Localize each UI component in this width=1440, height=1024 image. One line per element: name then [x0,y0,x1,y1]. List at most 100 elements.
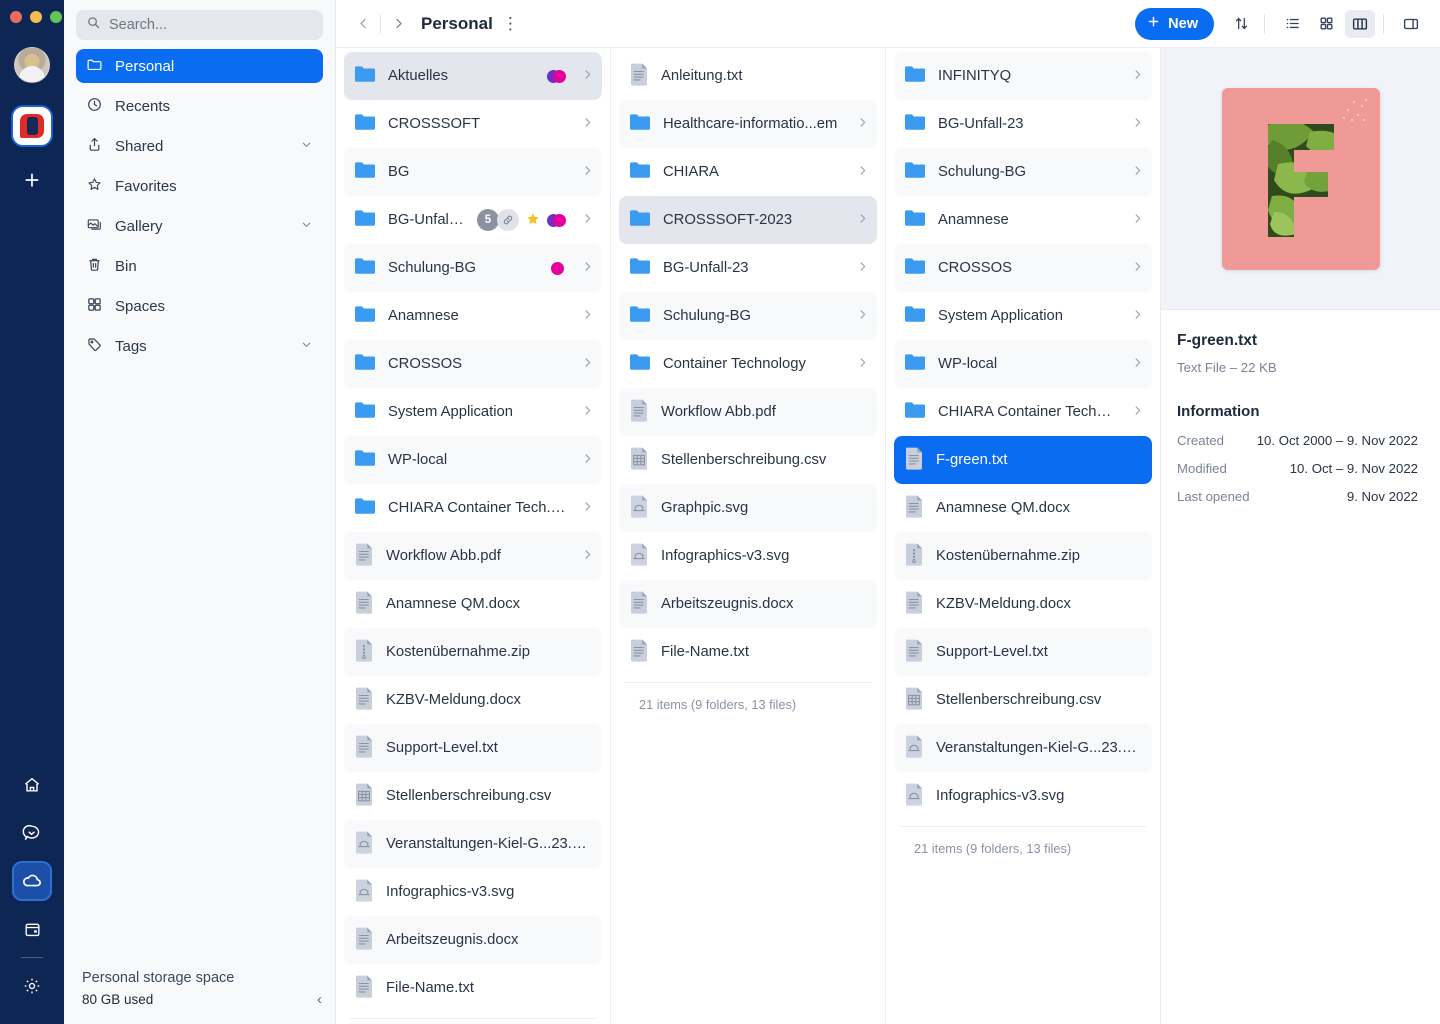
folder-row[interactable]: BG-Unfall-23 [894,100,1152,148]
collapse-sidebar-button[interactable]: ‹ [317,991,322,1008]
chevron-down-icon[interactable] [300,138,313,155]
file-row[interactable]: File-Name.txt [344,964,602,1012]
sidebar-item-gallery[interactable]: Gallery [76,209,323,243]
folder-row[interactable]: WP-local [894,340,1152,388]
chevron-right-icon[interactable] [581,212,594,228]
tag-dots[interactable] [547,213,567,227]
folder-row[interactable]: CROSSOS [894,244,1152,292]
tag-dots[interactable] [547,261,567,275]
add-account-button[interactable]: + [24,167,39,193]
sidebar-item-personal[interactable]: Personal [76,49,323,83]
chevron-right-icon[interactable] [1131,260,1144,276]
close-button[interactable] [10,11,22,23]
file-row[interactable]: Anleitung.txt [619,52,877,100]
folder-row[interactable]: BG-Unfall-23 5 [344,196,602,244]
chevron-right-icon[interactable] [1131,308,1144,324]
chevron-right-icon[interactable] [856,356,869,372]
file-row[interactable]: Kostenübernahme.zip [894,532,1152,580]
folder-row[interactable]: INFINITYQ [894,52,1152,100]
folder-row[interactable]: Anamnese [344,292,602,340]
chevron-right-icon[interactable] [1131,212,1144,228]
file-row[interactable]: Workflow Abb.pdf [619,388,877,436]
chevron-right-icon[interactable] [581,548,594,564]
file-row[interactable]: Infographics-v3.svg [344,868,602,916]
file-row[interactable]: Kostenübernahme.zip [344,628,602,676]
folder-row[interactable]: Anamnese [894,196,1152,244]
folder-row[interactable]: System Application [344,388,602,436]
breadcrumb-menu-icon[interactable]: ⋮ [502,15,519,32]
file-row[interactable]: Veranstaltungen-Kiel-G...23.svg [894,724,1152,772]
chevron-right-icon[interactable] [1131,116,1144,132]
folder-row[interactable]: CHIARA Container Tech...gy [344,484,602,532]
folder-row[interactable]: Schulung-BG [344,244,602,292]
column-view-icon[interactable] [1345,9,1375,38]
file-row[interactable]: Infographics-v3.svg [619,532,877,580]
forward-button[interactable] [385,11,411,37]
chevron-right-icon[interactable] [581,68,594,84]
chevron-right-icon[interactable] [1131,68,1144,84]
file-row[interactable]: Stellenberschreibung.csv [894,676,1152,724]
chevron-down-icon[interactable] [300,218,313,235]
list-view-icon[interactable] [1277,10,1307,38]
sidebar-item-tags[interactable]: Tags [76,329,323,363]
chevron-right-icon[interactable] [856,164,869,180]
sidebar-item-shared[interactable]: Shared [76,129,323,163]
folder-row[interactable]: Aktuelles [344,52,602,100]
chevron-right-icon[interactable] [581,404,594,420]
file-row[interactable]: File-Name.txt [619,628,877,676]
chevron-right-icon[interactable] [1131,356,1144,372]
search-input[interactable]: Search... [76,10,323,40]
cloud-icon[interactable] [12,861,52,901]
chevron-right-icon[interactable] [581,356,594,372]
folder-row[interactable]: Schulung-BG [894,148,1152,196]
file-row[interactable]: Anamnese QM.docx [894,484,1152,532]
file-row[interactable]: Stellenberschreibung.csv [344,772,602,820]
chevron-right-icon[interactable] [1131,164,1144,180]
avatar[interactable] [14,47,50,83]
folder-row[interactable]: System Application [894,292,1152,340]
chevron-right-icon[interactable] [581,116,594,132]
sidebar-item-recents[interactable]: Recents [76,89,323,123]
sidebar-item-spaces[interactable]: Spaces [76,289,323,323]
folder-row[interactable]: CROSSSOFT-2023 [619,196,877,244]
folder-row[interactable]: BG [344,148,602,196]
breadcrumb[interactable]: Personal [421,14,493,34]
new-button[interactable]: New [1135,7,1214,40]
file-row[interactable]: Arbeitszeugnis.docx [344,916,602,964]
chevron-right-icon[interactable] [581,164,594,180]
app-logo-icon[interactable] [11,105,53,147]
file-row[interactable]: Anamnese QM.docx [344,580,602,628]
link-icon[interactable] [497,209,519,231]
folder-row[interactable]: CROSSSOFT [344,100,602,148]
detail-view-icon[interactable] [1396,10,1426,38]
file-row[interactable]: KZBV-Meldung.docx [894,580,1152,628]
file-row[interactable]: Arbeitszeugnis.docx [619,580,877,628]
back-button[interactable] [350,11,376,37]
sidebar-item-favorites[interactable]: Favorites [76,169,323,203]
folder-row[interactable]: Schulung-BG [619,292,877,340]
folder-row[interactable]: Healthcare-informatio...em [619,100,877,148]
chevron-right-icon[interactable] [856,308,869,324]
tag-dots[interactable] [547,69,567,83]
grid-view-icon[interactable] [1311,10,1341,38]
share-count-badge[interactable]: 5 [477,209,499,231]
folder-row[interactable]: CROSSOS [344,340,602,388]
calendar-icon[interactable] [12,909,52,949]
chevron-right-icon[interactable] [856,260,869,276]
chevron-right-icon[interactable] [581,260,594,276]
folder-row[interactable]: Container Technology [619,340,877,388]
file-row[interactable]: Workflow Abb.pdf [344,532,602,580]
favorite-star-icon[interactable] [525,211,541,230]
minimize-button[interactable] [30,11,42,23]
home-icon[interactable] [12,765,52,805]
folder-row[interactable]: CHIARA Container Technology [894,388,1152,436]
chat-icon[interactable] [12,813,52,853]
folder-row[interactable]: WP-local [344,436,602,484]
chevron-right-icon[interactable] [856,116,869,132]
chevron-right-icon[interactable] [856,212,869,228]
file-row[interactable]: Infographics-v3.svg [894,772,1152,820]
file-row[interactable]: F-green.txt [894,436,1152,484]
chevron-down-icon[interactable] [300,338,313,355]
file-row[interactable]: KZBV-Meldung.docx [344,676,602,724]
file-row[interactable]: Stellenberschreibung.csv [619,436,877,484]
